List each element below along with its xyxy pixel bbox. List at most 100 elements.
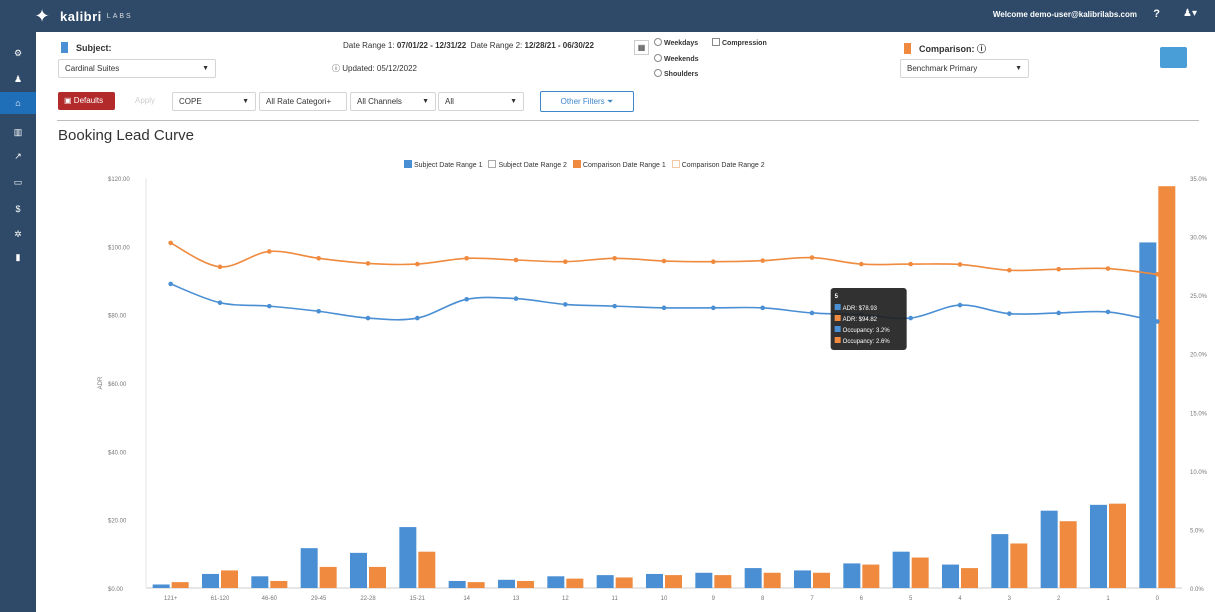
nav-line-chart[interactable]: ↗ [0,145,36,167]
x-tick-label: 0 [1156,596,1160,602]
adr-point [316,308,321,314]
calendar-icon[interactable]: ▦ [634,40,649,55]
brand[interactable]: ✦ kalibri LABS [32,6,133,26]
chevron-down-icon: ▼ [242,98,249,105]
market-select[interactable]: COPE ▼ [172,92,256,111]
adr-point [415,315,420,321]
nav-bookmark[interactable]: ▮ [0,246,36,268]
y-tick-label: $80.00 [108,314,127,320]
occupancy-bar [202,573,219,588]
occupancy-bar [665,575,682,588]
nav-dollar[interactable]: $ [0,198,36,220]
y-tick-label: $120.00 [108,177,130,183]
adr-point [908,261,913,267]
other-filters-button[interactable]: Other Filters ⏷ [540,91,634,112]
y2-tick-label: 25.0% [1190,294,1208,300]
y-tick-label: $100.00 [108,245,130,251]
occupancy-bar [1158,186,1176,588]
occupancy-bar [1090,504,1107,588]
occupancy-bar [942,564,959,588]
tooltip-swatch [834,326,841,332]
occupancy-bar [794,570,811,588]
comparison-select[interactable]: Benchmark Primary ▼ [900,59,1029,78]
x-tick-label: 3 [1008,596,1012,602]
briefcase-icon[interactable] [1160,47,1187,68]
adr-point [563,302,568,307]
adr-point [217,300,223,306]
dollar-icon: $ [15,204,21,214]
nav-user[interactable]: ♟ [0,68,36,90]
x-tick-label: 12 [562,596,569,602]
y2-tick-label: 5.0% [1190,528,1204,534]
weekends-radio[interactable]: Weekends [654,54,699,63]
adr-point [760,305,765,311]
weekdays-radio[interactable]: Weekdays [654,38,698,47]
adr-point [957,302,963,308]
adr-point [1155,319,1160,324]
occupancy-bar [813,572,830,588]
adr-point [168,281,173,287]
shoulders-radio[interactable]: Shoulders [654,69,698,78]
home-icon: ⌂ [15,98,21,108]
kalibri-logo-icon: ✦ [34,6,50,26]
chevron-down-icon: ▼ [202,65,209,72]
x-tick-label: 4 [958,596,962,602]
subject-color-swatch [61,42,68,53]
chart-plot: $0.00 $20.00 $40.00 $60.00 $80.00 $100.00 $120… [98,177,1208,602]
occupancy-bar [714,575,732,588]
apply-button[interactable]: Apply [124,92,166,110]
occupancy-bar [646,573,663,588]
occupancy-bar [547,576,565,588]
nav-settings[interactable]: ✲ [0,223,36,245]
line-chart-icon: ↗ [14,150,22,161]
x-tick-label: 9 [712,596,716,602]
y2-tick-label: 10.0% [1190,470,1208,476]
occupancy-bar [862,564,880,588]
nav-home[interactable]: ⌂ [0,92,36,114]
x-tick-label: 13 [513,596,520,602]
subject-select[interactable]: Cardinal Suites ▼ [58,59,216,78]
occupancy-bar [892,551,910,588]
adr-point [1105,309,1111,315]
x-tick-label: 8 [761,596,765,602]
occupancy-bar [1040,510,1058,588]
rate-category-select[interactable]: All Rate Categori+ [259,92,347,111]
adr-point [464,296,469,302]
y2-tick-label: 30.0% [1190,236,1208,242]
adr-point [760,258,765,263]
x-tick-label: 2 [1057,596,1061,602]
adr-point [217,264,223,270]
tooltip-line: Occupancy: 2.6% [843,339,891,345]
all-select[interactable]: All ▼ [438,92,524,111]
settings-icon: ✲ [14,228,22,239]
chevron-down-icon: ▼ [510,98,517,105]
x-tick-label: 22-28 [360,596,376,602]
help-button[interactable]: ? [1153,8,1160,20]
occupancy-bar [369,566,386,588]
adr-point [267,303,272,309]
nav-bar-chart[interactable]: ▥ [0,121,36,143]
adr-point [661,305,667,311]
y-tick-label: $0.00 [108,587,124,593]
comparison-select-value: Benchmark Primary [907,64,978,73]
occupancy-bar [418,551,436,588]
occupancy-bar [498,579,515,588]
nav-gear[interactable]: ⚙ [0,42,36,64]
booking-lead-chart: Subject Date Range 1 Subject Date Range … [36,150,1215,612]
adr-point [711,259,716,265]
filter-panel: Subject: Cardinal Suites ▼ Date Range 1: … [36,32,1215,120]
occupancy-bar [991,534,1009,588]
channels-select[interactable]: All Channels ▼ [350,92,436,111]
defaults-button[interactable]: ▣ Defaults [58,92,115,110]
tooltip-swatch [834,304,841,310]
nav-card[interactable]: ▭ [0,171,36,193]
user-menu-button[interactable]: ♟▾ [1183,8,1197,19]
adr-point [365,315,371,321]
date-range-1: 07/01/22 - 12/31/22 [396,41,467,50]
occupancy-bar [350,552,367,588]
adr-point [464,255,469,261]
page-title: Booking Lead Curve [58,127,194,144]
adr-point [957,262,963,267]
compression-checkbox[interactable]: Compression [712,38,767,47]
x-tick-label: 121+ [164,596,178,602]
